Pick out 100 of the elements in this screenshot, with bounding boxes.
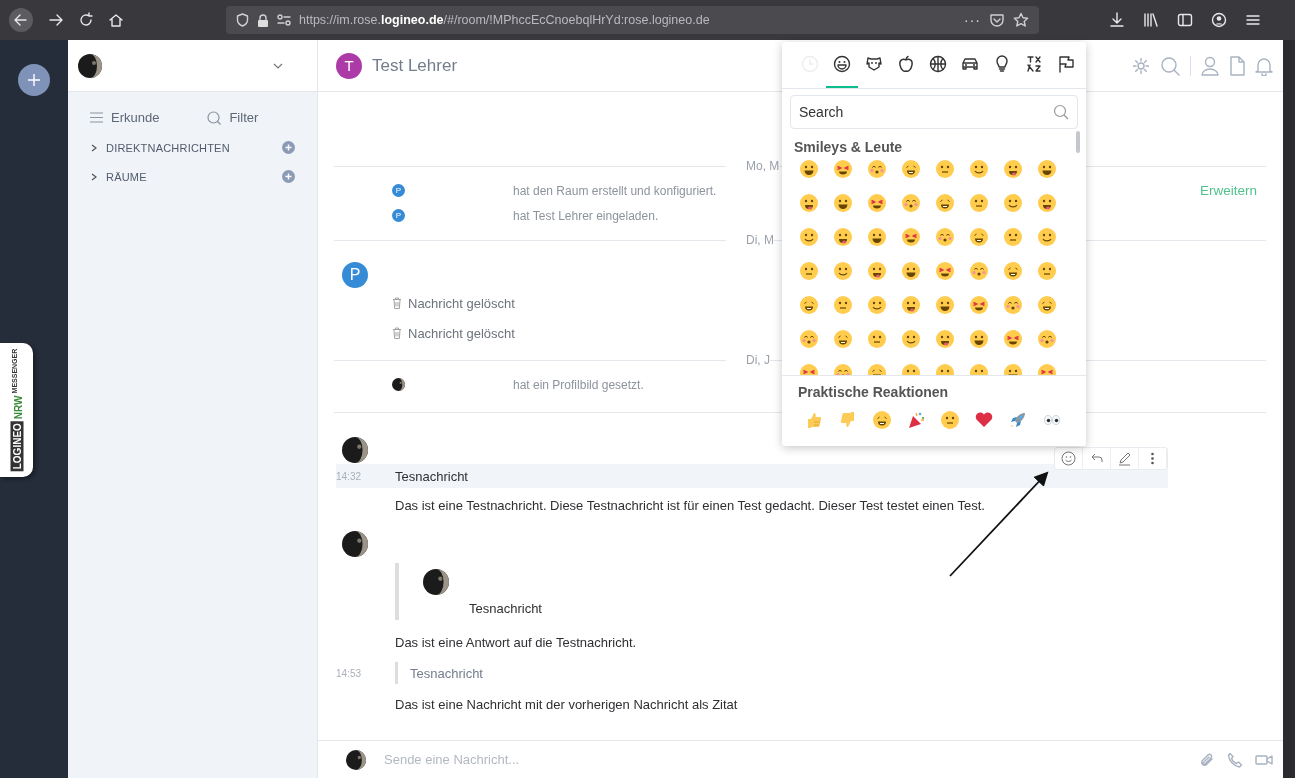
- reload-icon[interactable]: [78, 12, 94, 28]
- smiley-icon[interactable]: [872, 410, 892, 430]
- smiley-icon[interactable]: [867, 261, 887, 281]
- paperclip-icon[interactable]: [1199, 751, 1215, 768]
- forward-icon[interactable]: [48, 12, 64, 28]
- smiley-icon[interactable]: [1037, 193, 1057, 213]
- avatar: [78, 53, 102, 78]
- smiley-icon[interactable]: [935, 329, 955, 349]
- plus-icon: [26, 72, 42, 88]
- section-header[interactable]: DIREKTNACHRICHTEN: [106, 141, 274, 154]
- url-text: https://im.rose.logineo.de/#/room/!MPhccEcCnoebqlHrYd:rose.logineo.de: [299, 13, 710, 27]
- smiley-icon[interactable]: [799, 227, 819, 247]
- logo-text: NRW: [12, 395, 23, 420]
- section-title: Praktische Reaktionen: [798, 384, 950, 400]
- avatar: P: [392, 209, 405, 222]
- smiley-icon[interactable]: [867, 329, 887, 349]
- lock-icon[interactable]: [257, 13, 269, 27]
- back-icon[interactable]: [8, 7, 34, 33]
- smiley-icon[interactable]: [1003, 261, 1023, 281]
- download-icon[interactable]: [1109, 12, 1125, 28]
- smiley-icon[interactable]: [969, 227, 989, 247]
- search-field[interactable]: Search: [790, 95, 1078, 129]
- smiley-icon[interactable]: [969, 159, 989, 179]
- message-text: Das ist eine Nachricht mit der vorherigen Nachricht als Zitat: [395, 696, 738, 712]
- add-circle-icon[interactable]: [282, 170, 295, 183]
- smiley-icon[interactable]: [833, 295, 853, 315]
- event-text: hat Test Lehrer eingeladen.: [513, 208, 659, 223]
- smiley-icon[interactable]: [969, 295, 989, 315]
- avatar: P: [392, 184, 405, 197]
- smiley-icon[interactable]: [833, 329, 853, 349]
- chevron-down-icon[interactable]: [273, 62, 283, 69]
- avatar: P: [342, 262, 368, 288]
- explore-button[interactable]: Erkunde: [90, 110, 160, 125]
- chevron-right-icon[interactable]: [90, 172, 98, 181]
- smiley-icon[interactable]: [799, 193, 819, 213]
- smiley-icon[interactable]: [901, 227, 921, 247]
- library-icon[interactable]: [1143, 12, 1159, 28]
- event-text: hat ein Profilbild gesetzt.: [513, 377, 644, 392]
- date-label: Mo, M: [746, 159, 780, 173]
- smiley-icon[interactable]: [940, 410, 960, 430]
- smiley-icon[interactable]: [867, 193, 887, 213]
- pocket-icon[interactable]: [989, 12, 1005, 28]
- section-header[interactable]: RÄUME: [106, 170, 274, 183]
- avatar: [423, 569, 449, 595]
- smiley-icon[interactable]: [1037, 159, 1057, 179]
- logo-text: LOGINEO: [10, 421, 23, 472]
- avatar: T: [336, 52, 362, 79]
- smiley-icon[interactable]: [901, 329, 921, 349]
- search-icon: [1053, 104, 1069, 120]
- filter-button[interactable]: Filter: [207, 110, 259, 125]
- room-title: Test Lehrer: [372, 55, 458, 76]
- smiley-icon[interactable]: [935, 193, 955, 213]
- smiley-icon[interactable]: [833, 227, 853, 247]
- deleted-message-text: Nachricht gelöscht: [408, 325, 515, 341]
- smiley-icon[interactable]: [833, 159, 853, 179]
- smiley-icon[interactable]: [1003, 227, 1023, 247]
- rocket-icon[interactable]: [1008, 410, 1028, 430]
- add-button[interactable]: [18, 64, 50, 96]
- page-actions-menu[interactable]: ···: [964, 12, 981, 28]
- smiley-icon[interactable]: [901, 261, 921, 281]
- account-icon[interactable]: [1211, 12, 1227, 28]
- smiley-icon[interactable]: [935, 159, 955, 179]
- smiley-icon[interactable]: [833, 193, 853, 213]
- shield-icon[interactable]: [236, 13, 249, 27]
- avatar: [392, 378, 405, 391]
- smiley-icon[interactable]: [1003, 329, 1023, 349]
- smiley-icon[interactable]: [1037, 261, 1057, 281]
- smiley-icon[interactable]: [799, 159, 819, 179]
- address-bar[interactable]: https://im.rose.logineo.de/#/room/!MPhccEcCnoebqlHrYd:rose.logineo.de ···: [226, 6, 1039, 34]
- message-text: Das ist eine Antwort auf die Testnachricht.: [395, 634, 637, 650]
- permissions-icon[interactable]: [277, 14, 291, 26]
- smiley-icon[interactable]: [1003, 159, 1023, 179]
- trash-icon: [392, 297, 402, 309]
- party-popper-icon[interactable]: [906, 410, 926, 430]
- smiley-icon[interactable]: [969, 193, 989, 213]
- smiley-icon[interactable]: [935, 261, 955, 281]
- avatar: [342, 531, 368, 557]
- menu-icon[interactable]: [1245, 12, 1261, 28]
- smiley-icon[interactable]: [1037, 227, 1057, 247]
- smiley-icon[interactable]: [1037, 295, 1057, 315]
- smiley-icon[interactable]: [901, 295, 921, 315]
- home-icon[interactable]: [108, 12, 124, 28]
- smiley-icon[interactable]: [867, 295, 887, 315]
- smiley-icon[interactable]: [969, 329, 989, 349]
- smiley-icon[interactable]: [1003, 193, 1023, 213]
- event-text: hat den Raum erstellt und konfiguriert.: [513, 183, 717, 198]
- add-circle-icon[interactable]: [282, 141, 295, 154]
- smiley-icon[interactable]: [799, 295, 819, 315]
- smiley-icon[interactable]: [867, 227, 887, 247]
- menu-icon: [90, 112, 103, 123]
- star-icon[interactable]: [1013, 12, 1029, 28]
- chevron-right-icon[interactable]: [90, 143, 98, 152]
- sidebar-icon[interactable]: [1177, 12, 1193, 28]
- smiley-icon[interactable]: [799, 261, 819, 281]
- smiley-icon[interactable]: [833, 261, 853, 281]
- avatar: [346, 749, 366, 770]
- smiley-icon[interactable]: [935, 295, 955, 315]
- heart-icon[interactable]: [974, 410, 994, 430]
- smiley-icon[interactable]: [901, 159, 921, 179]
- scrollbar[interactable]: [1076, 131, 1080, 153]
